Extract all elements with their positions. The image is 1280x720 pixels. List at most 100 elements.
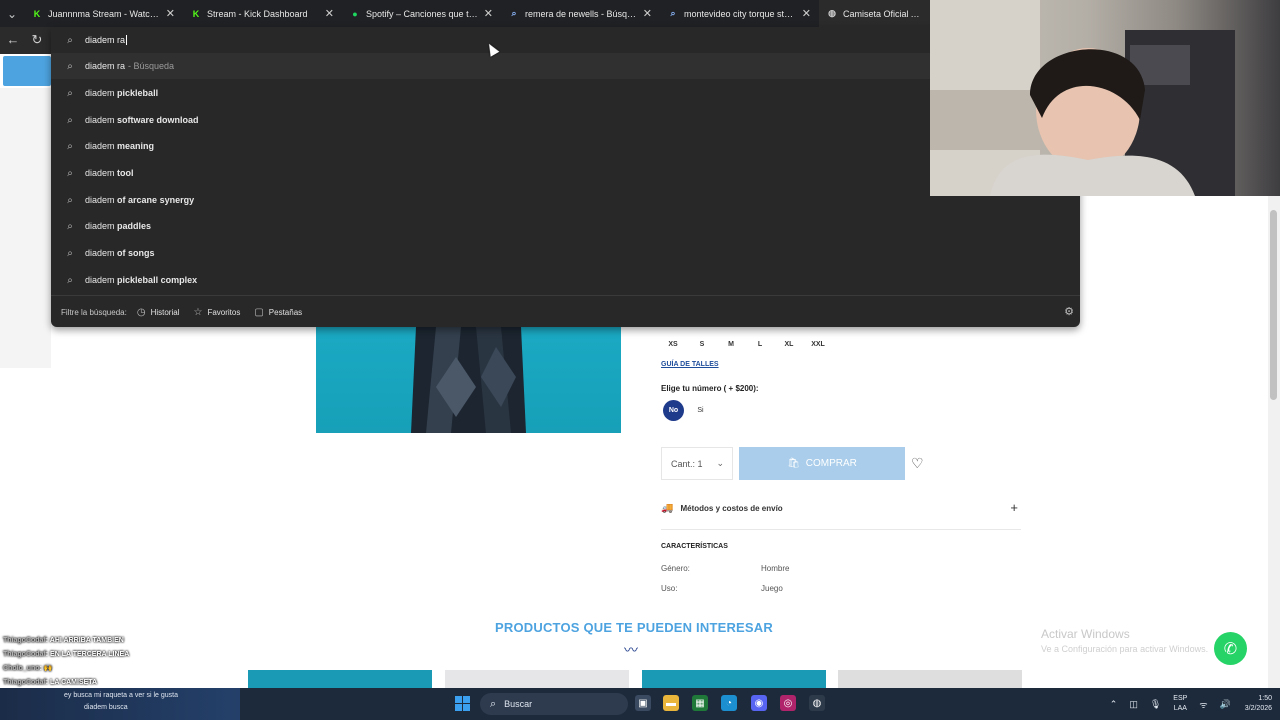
size-option[interactable]: XL [777,334,801,354]
discord-icon[interactable]: ◉ [751,695,767,711]
size-option[interactable]: S [690,334,714,354]
suggestion-item[interactable]: ⌕ diadem of songs [51,240,1080,266]
buy-button[interactable]: 🛍 COMPRAR [739,447,905,480]
whatsapp-icon[interactable]: ✆ [1214,632,1247,665]
search-icon: ⌕ [67,247,73,259]
chat-message: Cholo_uno: 🙌 [3,662,129,676]
clock[interactable]: 1:50 3/2/2026 [1245,694,1272,714]
scrollbar-thumb[interactable] [1270,210,1277,400]
gear-icon[interactable]: ⚙ [1064,305,1074,318]
suggestion-item[interactable]: ⌕ diadem tool [51,160,1080,186]
size-option[interactable]: M [719,334,743,354]
size-guide-link[interactable]: GUÍA DE TALLES [661,361,719,368]
activate-windows-title: Activar Windows [1041,627,1130,641]
close-icon[interactable]: ✕ [325,7,334,20]
suggestion-completion: of songs [117,248,155,258]
header-menu-button[interactable] [3,56,51,86]
close-icon[interactable]: ✕ [643,7,652,20]
suggestion-item[interactable]: ⌕ diadem paddles [51,213,1080,239]
search-icon: ⌕ [67,274,73,286]
search-icon: ⌕ [67,220,73,232]
app-icon[interactable]: ▦ [692,695,708,711]
language-indicator[interactable]: ESP LAA [1173,694,1187,714]
windows-start-icon[interactable] [455,696,470,711]
chat-text: : AHI ARRIBA TAMBIEN [45,637,124,644]
chevron-up-icon[interactable]: ⌃ [1110,699,1118,710]
number-option-si[interactable]: Si [690,400,711,421]
browser-tab[interactable]: K Stream - Kick Dashboard ✕ [183,0,342,27]
kick-icon: K [33,8,41,19]
buy-button-label: COMPRAR [805,458,857,469]
microphone-icon[interactable]: 🎙 [1150,699,1161,710]
size-option[interactable]: L [748,334,772,354]
suggestion-completion: meaning [117,141,155,151]
plus-icon[interactable]: + [1010,500,1018,515]
related-product-thumb[interactable] [248,670,432,688]
browser-tab[interactable]: ⌕ remera de newells - Búsqueda ✕ [501,0,660,27]
shipping-row[interactable]: 🚚 Métodos y costos de envío + [661,496,1021,520]
related-product-thumb[interactable] [838,670,1022,688]
close-icon[interactable]: ✕ [484,7,493,20]
suggestion-item[interactable]: ⌕ diadem pickleball complex [51,267,1080,293]
tab-title: Juannnma Stream - Watch Live on [48,8,160,19]
suggestion-completion: of arcane synergy [117,195,195,205]
quantity-select[interactable]: Cant.: 1 ⌄ [661,447,733,480]
size-option[interactable]: XXL [806,334,830,354]
suggestion-item[interactable]: ⌕ diadem ra - Búsqueda [51,53,1080,79]
suggestion-completion: software download [117,115,199,125]
tabs-icon: ▢ [254,306,264,318]
suggestion-prefix: diadem [85,275,115,285]
search-icon: ⌕ [67,167,73,179]
suggestion-item[interactable]: ⌕ diadem pickleball [51,80,1080,106]
omnibox-query: diadem ra [85,35,126,45]
wave-divider-icon: 〰 [624,642,638,658]
app-icon[interactable]: ◎ [780,695,796,711]
wifi-icon[interactable]: ᯤ [1199,698,1207,711]
suggestion-prefix: diadem [85,141,115,151]
notification-line: ey busca mi raqueta a ver si le gusta [64,692,179,699]
filter-history-button[interactable]: ◷ Historial [137,307,180,318]
related-product-thumb[interactable] [445,670,629,688]
browser-tab[interactable]: ⌕ montevideo city torque store - Bú ✕ [660,0,819,27]
heart-icon[interactable]: ♡ [911,455,924,472]
divider [51,295,1080,296]
close-icon[interactable]: ✕ [166,7,175,20]
task-view-icon[interactable]: ▣ [635,695,651,711]
search-filter-bar: Filtre la búsqueda: ◷ Historial ☆ Favorito… [61,303,316,321]
suggestion-prefix: diadem [85,115,115,125]
suggestion-item[interactable]: ⌕ diadem meaning [51,133,1080,159]
browser-tab-active[interactable]: ◍ Camiseta Oficial Away | 2 [819,0,930,27]
features-title: CARACTERÍSTICAS [661,543,728,550]
tab-title: Camiseta Oficial Away | 2 [843,8,922,19]
screen: XS S M L XL XXL GUÍA DE TALLES Elige tu … [0,0,1280,720]
network-icon[interactable]: ◫ [1129,699,1138,710]
edge-icon[interactable]: ◔ [721,695,737,711]
taskbar-search[interactable]: ⌕ Buscar [480,693,628,715]
tab-search-menu-icon[interactable]: ⌄ [0,0,24,27]
close-icon[interactable]: ✕ [802,7,811,20]
suggestion-completion: tool [117,168,134,178]
back-arrow-icon[interactable]: ← [5,32,21,48]
browser-tab[interactable]: K Juannnma Stream - Watch Live on ✕ [24,0,183,27]
keyboard-layout: LAA [1173,705,1187,712]
omnibox-input[interactable]: ⌕ diadem ra [51,27,1080,53]
page-left-strip [0,88,51,368]
volume-icon[interactable]: 🔊 [1220,699,1231,710]
reload-icon[interactable]: ↻ [29,32,45,48]
text-caret [126,35,128,45]
filter-tabs-button[interactable]: ▢ Pestañas [254,307,302,318]
product-image[interactable] [316,327,621,433]
chevron-down-icon: ⌄ [716,458,724,468]
star-icon: ☆ [193,306,203,318]
browser-tab[interactable]: ● Spotify – Canciones que te gustan ✕ [342,0,501,27]
file-explorer-icon[interactable]: ▬ [663,695,679,711]
number-option-no[interactable]: No [663,400,684,421]
related-product-thumb[interactable] [642,670,826,688]
suggestion-item[interactable]: ⌕ diadem of arcane synergy [51,187,1080,213]
size-option[interactable]: XS [661,334,685,354]
search-icon: ⌕ [670,8,676,18]
filter-favorites-button[interactable]: ☆ Favoritos [193,307,240,318]
suggestion-item[interactable]: ⌕ diadem software download [51,107,1080,133]
chat-user: ThiagoCodaf [3,637,46,644]
chrome-icon[interactable]: ◍ [809,695,825,711]
